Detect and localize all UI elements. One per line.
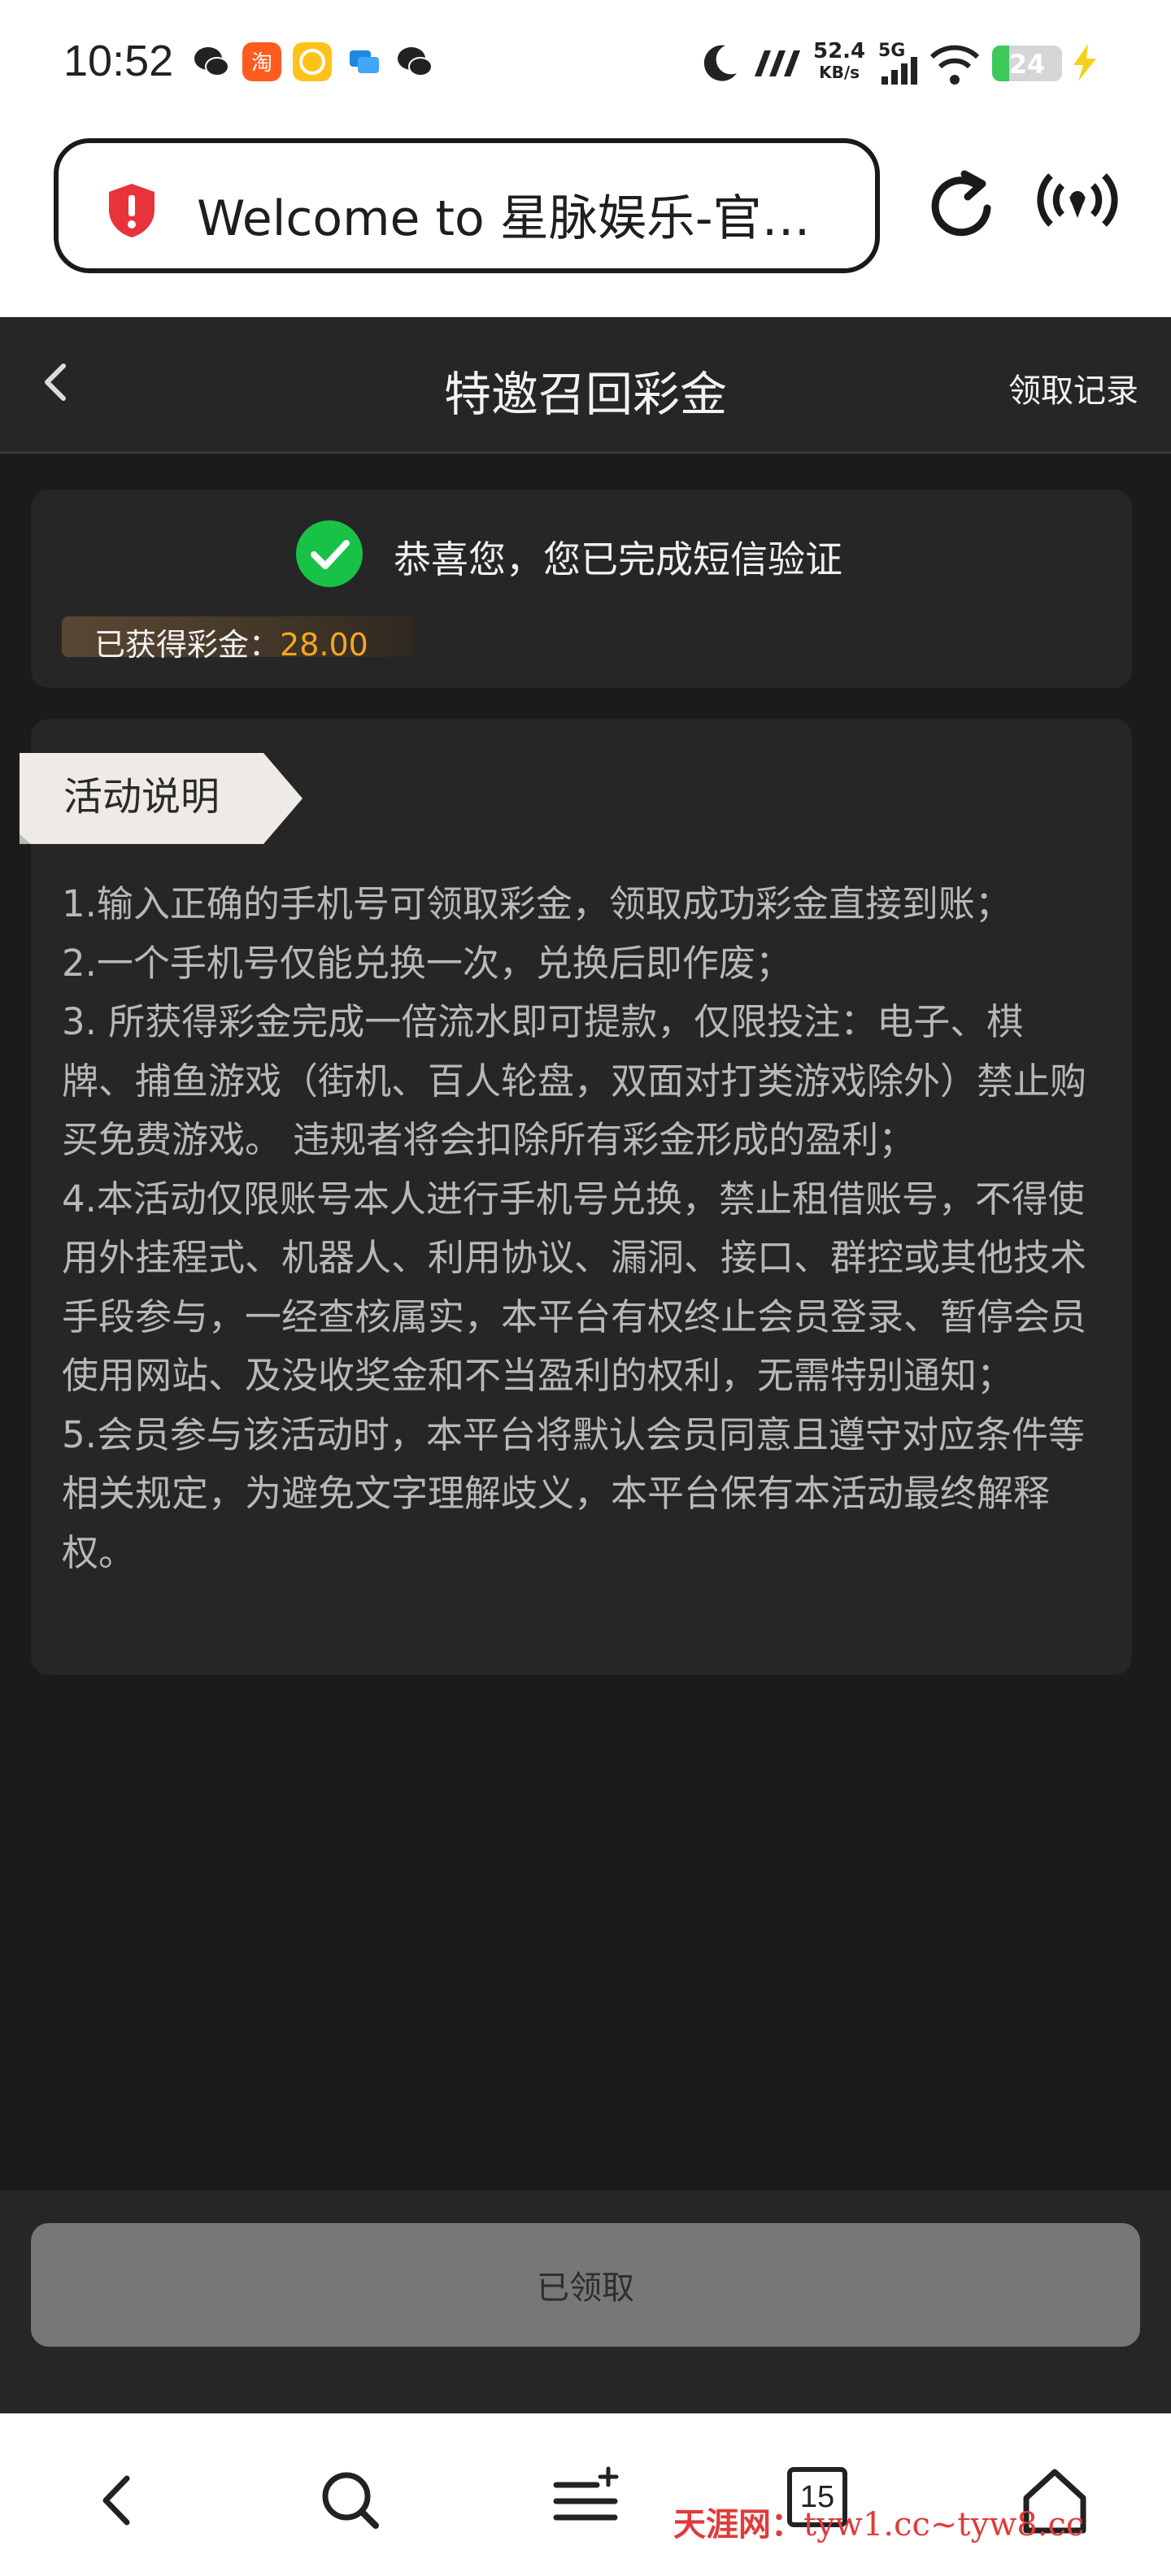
verification-card: 恭喜您，您已完成短信验证 已获得彩金：28.00 — [31, 490, 1132, 688]
verification-message: 恭喜您，您已完成短信验证 — [394, 537, 842, 581]
bonus-label: 已获得彩金： — [94, 627, 281, 663]
charging-icon — [1073, 44, 1096, 81]
activity-tag-label: 活动说明 — [63, 774, 220, 820]
signal-icon — [882, 57, 917, 85]
activity-rules: 1.输入正确的手机号可领取彩金，领取成功彩金直接到账； 2.一个手机号仅能兑换一… — [62, 875, 1095, 1582]
hd-icon — [755, 50, 800, 76]
rule-item: 5.会员参与该活动时，本平台将默认会员同意且遵守对应条件等相关规定，为避免文字理… — [62, 1412, 1085, 1574]
rule-item: 2.一个手机号仅能兑换一次，兑换后即作废； — [62, 941, 792, 985]
bonus-badge: 已获得彩金：28.00 — [62, 616, 415, 663]
bonus-value: 28.00 — [280, 627, 368, 663]
net-speed: 52.4 KB/s — [813, 41, 865, 83]
watermark-cn: 天涯网： — [673, 2505, 803, 2543]
net-speed-value: 52.4 — [813, 39, 866, 63]
page-header: 特邀召回彩金 领取记录 — [0, 317, 1171, 454]
status-bar: 10:52 淘 52.4 KB/s 5G 24 — [0, 0, 1171, 130]
claimed-button[interactable]: 已领取 — [31, 2223, 1140, 2347]
moon-icon — [703, 45, 737, 81]
net-speed-unit: KB/s — [819, 63, 860, 82]
status-time: 10:52 — [63, 37, 174, 85]
battery-icon: 24 — [992, 46, 1062, 81]
bonus-label-wrap: 已获得彩金：28.00 — [94, 620, 368, 664]
broadcast-icon[interactable] — [1033, 163, 1122, 252]
battery-level: 24 — [1008, 49, 1046, 80]
address-bar[interactable]: Welcome to 星脉娱乐-官… — [54, 138, 880, 273]
shield-icon[interactable] — [106, 182, 158, 239]
url-text[interactable]: Welcome to 星脉娱乐-官… — [197, 179, 810, 250]
page-title: 特邀召回彩金 — [443, 367, 727, 422]
rule-item: 3. 所获得彩金完成一倍流水即可提款，仅限投注：电子、棋牌、捕鱼游戏（街机、百人… — [62, 1000, 1087, 1161]
taobao-icon: 淘 — [242, 42, 281, 81]
claim-records-link[interactable]: 领取记录 — [1008, 364, 1138, 411]
rule-item: 1.输入正确的手机号可领取彩金，领取成功彩金直接到账； — [62, 882, 1012, 925]
wechat-icon — [398, 47, 433, 76]
wechat-icon — [194, 47, 229, 76]
message-app-icon — [350, 50, 379, 73]
nav-search-icon[interactable] — [314, 2464, 387, 2537]
refresh-icon[interactable] — [917, 163, 1007, 252]
watermark-url: tyw1.cc~tyw8.cc — [803, 2506, 1085, 2543]
wifi-icon — [929, 45, 980, 85]
watermark: 天涯网：tyw1.cc~tyw8.cc — [673, 2498, 1084, 2545]
hand-app-icon — [293, 42, 332, 81]
nav-menu-icon[interactable] — [550, 2464, 623, 2537]
check-icon — [296, 520, 363, 587]
rule-item: 4.本活动仅限账号本人进行手机号兑换，禁止租借账号，不得使用外挂程式、机器人、利… — [62, 1177, 1087, 1398]
svg-text:淘: 淘 — [251, 51, 272, 76]
nav-back-icon[interactable] — [81, 2464, 155, 2537]
